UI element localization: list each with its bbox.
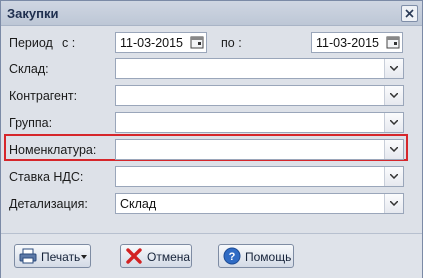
- calendar-icon[interactable]: [190, 35, 205, 50]
- print-button-label: Печать: [41, 250, 81, 264]
- date-from-field[interactable]: 11-03-2015: [115, 32, 207, 53]
- warehouse-label: Склад:: [9, 62, 49, 76]
- title-bar: Закупки: [1, 1, 422, 26]
- close-button[interactable]: [401, 5, 418, 22]
- dropdown-button[interactable]: [384, 167, 403, 186]
- detailing-select[interactable]: Склад: [115, 193, 404, 214]
- date-from-value: 11-03-2015: [120, 36, 184, 50]
- period-label: Период: [9, 36, 53, 50]
- window-title: Закупки: [7, 6, 59, 21]
- dropdown-button[interactable]: [384, 140, 403, 159]
- cancel-button-label: Отмена: [147, 250, 191, 264]
- nomenclature-select[interactable]: [115, 139, 404, 160]
- help-button-label: Помощь: [245, 250, 292, 264]
- dropdown-button[interactable]: [384, 86, 403, 105]
- cancel-button[interactable]: Отмена: [120, 244, 192, 268]
- vat-rate-label: Ставка НДС:: [9, 170, 84, 184]
- calendar-icon[interactable]: [386, 35, 401, 50]
- chevron-down-icon: [390, 66, 398, 71]
- dropdown-button[interactable]: [384, 59, 403, 78]
- detailing-label: Детализация:: [9, 197, 88, 211]
- counterparty-label: Контрагент:: [9, 89, 78, 103]
- print-button[interactable]: Печать: [14, 244, 91, 268]
- dropdown-button[interactable]: [384, 113, 403, 132]
- date-to-value: 11-03-2015: [316, 36, 380, 50]
- group-select[interactable]: [115, 112, 404, 133]
- period-from-label: с :: [62, 36, 76, 50]
- close-icon: [405, 9, 414, 18]
- detailing-value: Склад: [120, 197, 157, 211]
- group-label: Группа:: [9, 116, 53, 130]
- dropdown-button[interactable]: [384, 194, 403, 213]
- warehouse-select[interactable]: [115, 58, 404, 79]
- help-button[interactable]: ? Помощь: [218, 244, 294, 268]
- vat-rate-select[interactable]: [115, 166, 404, 187]
- chevron-down-icon: [390, 120, 398, 125]
- period-to-label: по :: [221, 36, 242, 50]
- nomenclature-label: Номенклатура:: [9, 143, 97, 157]
- date-to-field[interactable]: 11-03-2015: [311, 32, 403, 53]
- purchases-dialog: Закупки Период с : 11-03-2015 по : 11-03…: [0, 0, 423, 278]
- chevron-down-icon: [390, 93, 398, 98]
- svg-text:?: ?: [229, 251, 236, 263]
- button-bar: Печать Отмена ? Помощь: [1, 233, 422, 278]
- printer-icon: [19, 248, 37, 264]
- help-icon: ?: [223, 247, 241, 265]
- chevron-down-icon: [390, 147, 398, 152]
- counterparty-select[interactable]: [115, 85, 404, 106]
- form-body: Период с : 11-03-2015 по : 11-03-2015 Ск…: [1, 26, 422, 231]
- chevron-down-icon: [390, 201, 398, 206]
- chevron-down-icon: [390, 174, 398, 179]
- cancel-icon: [126, 248, 142, 264]
- dropdown-arrow-icon: [81, 255, 87, 259]
